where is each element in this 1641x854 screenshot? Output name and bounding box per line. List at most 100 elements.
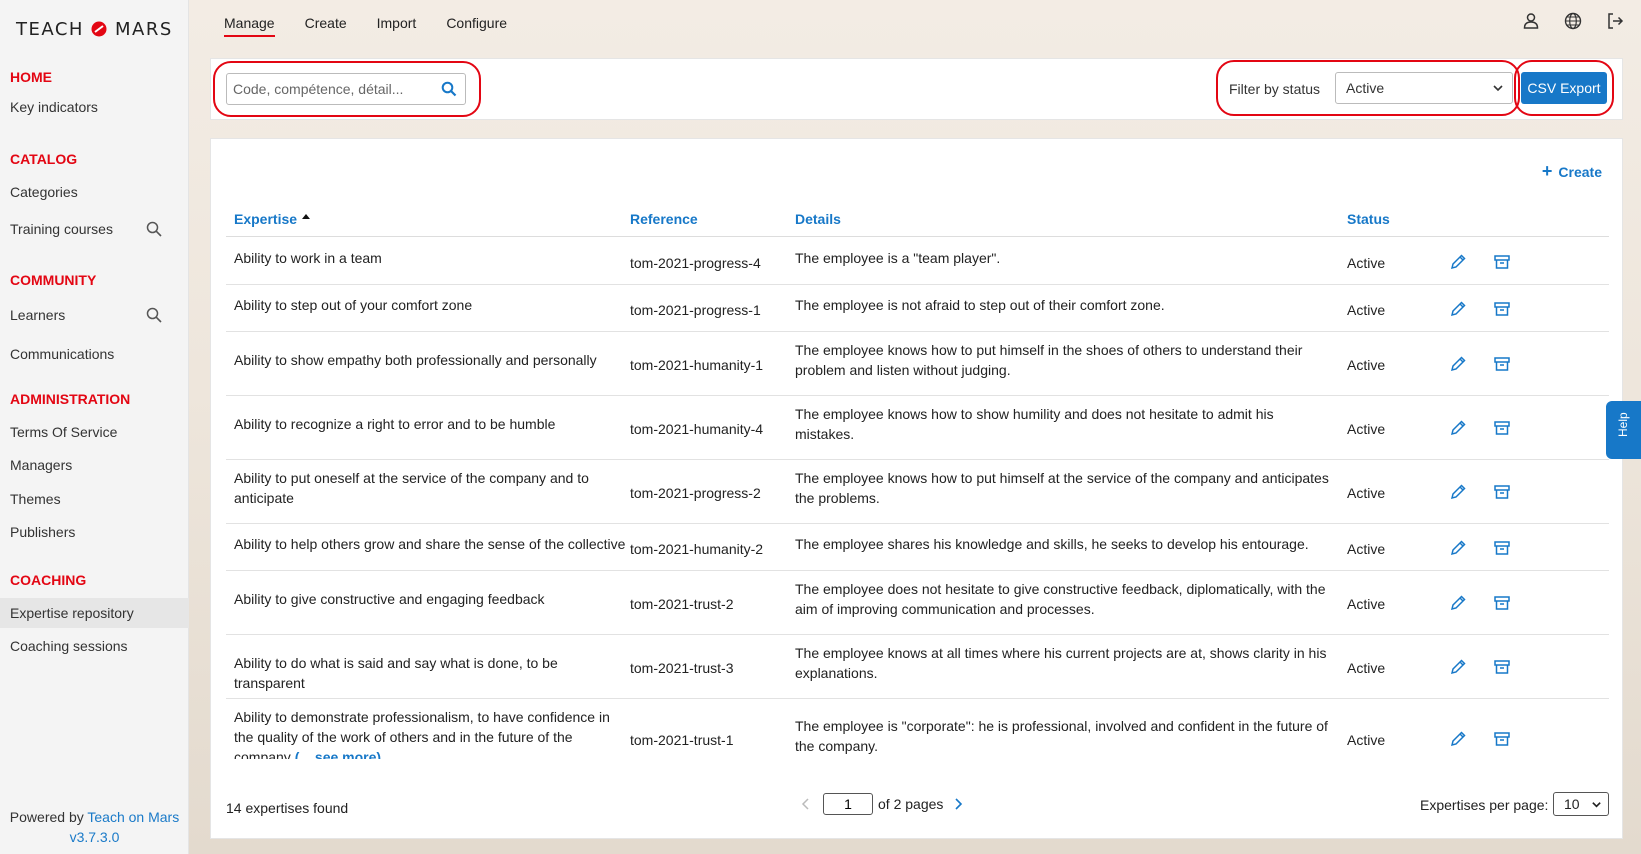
logo-on-icon <box>91 21 107 37</box>
table-row: Ability to demonstrate professionalism, … <box>226 699 1609 761</box>
edit-pencil-icon[interactable] <box>1449 730 1467 748</box>
archive-icon[interactable] <box>1493 658 1511 676</box>
logout-icon[interactable] <box>1605 11 1625 31</box>
sidebar-item-label: Expertise repository <box>10 605 134 621</box>
logo-text-mars: MARS <box>114 19 173 40</box>
csv-export-button[interactable]: CSV Export <box>1521 72 1607 104</box>
cell-expertise: Ability to demonstrate professionalism, … <box>234 707 629 759</box>
edit-pencil-icon[interactable] <box>1449 539 1467 557</box>
edit-pencil-icon[interactable] <box>1449 594 1467 612</box>
table-row: Ability to show empathy both professiona… <box>226 332 1609 396</box>
create-expertise-link[interactable]: + Create <box>1542 161 1602 182</box>
help-tab[interactable]: Help <box>1606 401 1641 459</box>
column-header-status[interactable]: Status <box>1347 211 1390 227</box>
per-page-select[interactable]: 10 <box>1553 792 1609 816</box>
edit-pencil-icon[interactable] <box>1449 658 1467 676</box>
sidebar-item-learners[interactable]: Learners <box>0 300 189 330</box>
sidebar-item-label: Themes <box>10 491 61 507</box>
toolbar-panel: Filter by status Active CSV Export <box>210 58 1623 120</box>
cell-status: Active <box>1347 421 1386 437</box>
sidebar-item-label: Learners <box>10 307 66 323</box>
top-nav: Manage Create Import Configure <box>224 0 537 46</box>
sidebar-item-label: Training courses <box>10 221 113 237</box>
archive-icon[interactable] <box>1493 594 1511 612</box>
user-icon[interactable] <box>1521 11 1541 31</box>
search-icon[interactable] <box>146 307 162 323</box>
cell-reference: tom-2021-trust-2 <box>630 596 734 612</box>
cell-status: Active <box>1347 541 1386 557</box>
cell-expertise: Ability to recognize a right to error an… <box>234 416 556 432</box>
archive-icon[interactable] <box>1493 539 1511 557</box>
page-number-input[interactable] <box>823 793 873 815</box>
teach-on-mars-link[interactable]: Teach on Mars <box>87 809 179 825</box>
logo-text-teach: TEACH <box>16 19 84 40</box>
search-icon[interactable] <box>146 221 162 237</box>
table-row: Ability to work in a team tom-2021-progr… <box>226 238 1609 285</box>
column-header-expertise[interactable]: Expertise <box>234 211 310 227</box>
sidebar-item-managers[interactable]: Managers <box>0 450 189 480</box>
cell-status: Active <box>1347 660 1386 676</box>
sidebar-item-coaching-sessions[interactable]: Coaching sessions <box>0 631 189 661</box>
cell-reference: tom-2021-trust-3 <box>630 660 734 676</box>
sidebar-item-expertise-repository[interactable]: Expertise repository <box>0 598 189 628</box>
sidebar-item-themes[interactable]: Themes <box>0 484 189 514</box>
table-header: Expertise Reference Details Status <box>226 207 1609 237</box>
table-row: Ability to recognize a right to error an… <box>226 396 1609 460</box>
powered-by-text: Powered by <box>9 809 84 825</box>
edit-pencil-icon[interactable] <box>1449 419 1467 437</box>
column-header-reference[interactable]: Reference <box>630 211 698 227</box>
edit-pencil-icon[interactable] <box>1449 483 1467 501</box>
sidebar-item-label: Coaching sessions <box>10 638 128 654</box>
logo-text-on: ON <box>91 19 115 40</box>
cell-reference: tom-2021-humanity-4 <box>630 421 764 437</box>
section-title-coaching: COACHING <box>10 572 87 588</box>
sidebar-item-categories[interactable]: Categories <box>0 177 189 207</box>
cell-details: The employee knows how to show humility … <box>795 406 1274 442</box>
section-title-catalog: CATALOG <box>10 151 78 167</box>
sidebar: TEACH ON MARS HOME Key indicators CATALO… <box>0 0 189 854</box>
sidebar-item-publishers[interactable]: Publishers <box>0 517 189 547</box>
search-icon[interactable] <box>441 81 457 97</box>
cell-details: The employee knows how to put himself at… <box>795 470 1329 506</box>
sidebar-item-terms-of-service[interactable]: Terms Of Service <box>0 417 189 447</box>
sidebar-item-label: Categories <box>10 184 78 200</box>
cell-status: Active <box>1347 302 1386 318</box>
see-more-link[interactable]: (... see more) <box>295 749 381 759</box>
archive-icon[interactable] <box>1493 730 1511 748</box>
status-filter-select[interactable]: Active <box>1335 72 1513 104</box>
edit-pencil-icon[interactable] <box>1449 253 1467 271</box>
cell-status: Active <box>1347 596 1386 612</box>
filter-by-status-label: Filter by status <box>1229 81 1321 97</box>
search-input[interactable] <box>227 74 427 104</box>
cell-details: The employee is "corporate": he is profe… <box>795 718 1328 754</box>
teach-on-mars-logo[interactable]: TEACH ON MARS <box>16 19 173 40</box>
tab-configure[interactable]: Configure <box>446 0 507 46</box>
sidebar-item-training-courses[interactable]: Training courses <box>0 214 189 244</box>
archive-icon[interactable] <box>1493 253 1511 271</box>
chevron-down-icon <box>1493 85 1503 92</box>
tab-import[interactable]: Import <box>377 0 417 46</box>
results-count: 14 expertises found <box>226 800 349 816</box>
column-header-details[interactable]: Details <box>795 211 841 227</box>
archive-icon[interactable] <box>1493 483 1511 501</box>
edit-pencil-icon[interactable] <box>1449 300 1467 318</box>
tab-create[interactable]: Create <box>305 0 347 46</box>
sidebar-item-label: Key indicators <box>10 99 98 115</box>
cell-expertise: Ability to give constructive and engagin… <box>234 591 545 607</box>
per-page-label: Expertises per page: <box>1420 797 1549 813</box>
pagination: of 2 pages <box>799 791 965 817</box>
expertise-table-card: + Create Expertise Reference Details Sta… <box>210 138 1623 839</box>
globe-icon[interactable] <box>1563 11 1583 31</box>
cell-status: Active <box>1347 255 1386 271</box>
sidebar-item-key-indicators[interactable]: Key indicators <box>0 92 189 122</box>
chevron-right-icon[interactable] <box>951 797 965 811</box>
archive-icon[interactable] <box>1493 300 1511 318</box>
edit-pencil-icon[interactable] <box>1449 355 1467 373</box>
cell-expertise: Ability to show empathy both professiona… <box>234 352 597 368</box>
tab-manage[interactable]: Manage <box>224 0 275 46</box>
sidebar-item-communications[interactable]: Communications <box>0 339 189 369</box>
archive-icon[interactable] <box>1493 419 1511 437</box>
chevron-left-icon[interactable] <box>799 797 813 811</box>
archive-icon[interactable] <box>1493 355 1511 373</box>
cell-details: The employee does not hesitate to give c… <box>795 581 1326 617</box>
